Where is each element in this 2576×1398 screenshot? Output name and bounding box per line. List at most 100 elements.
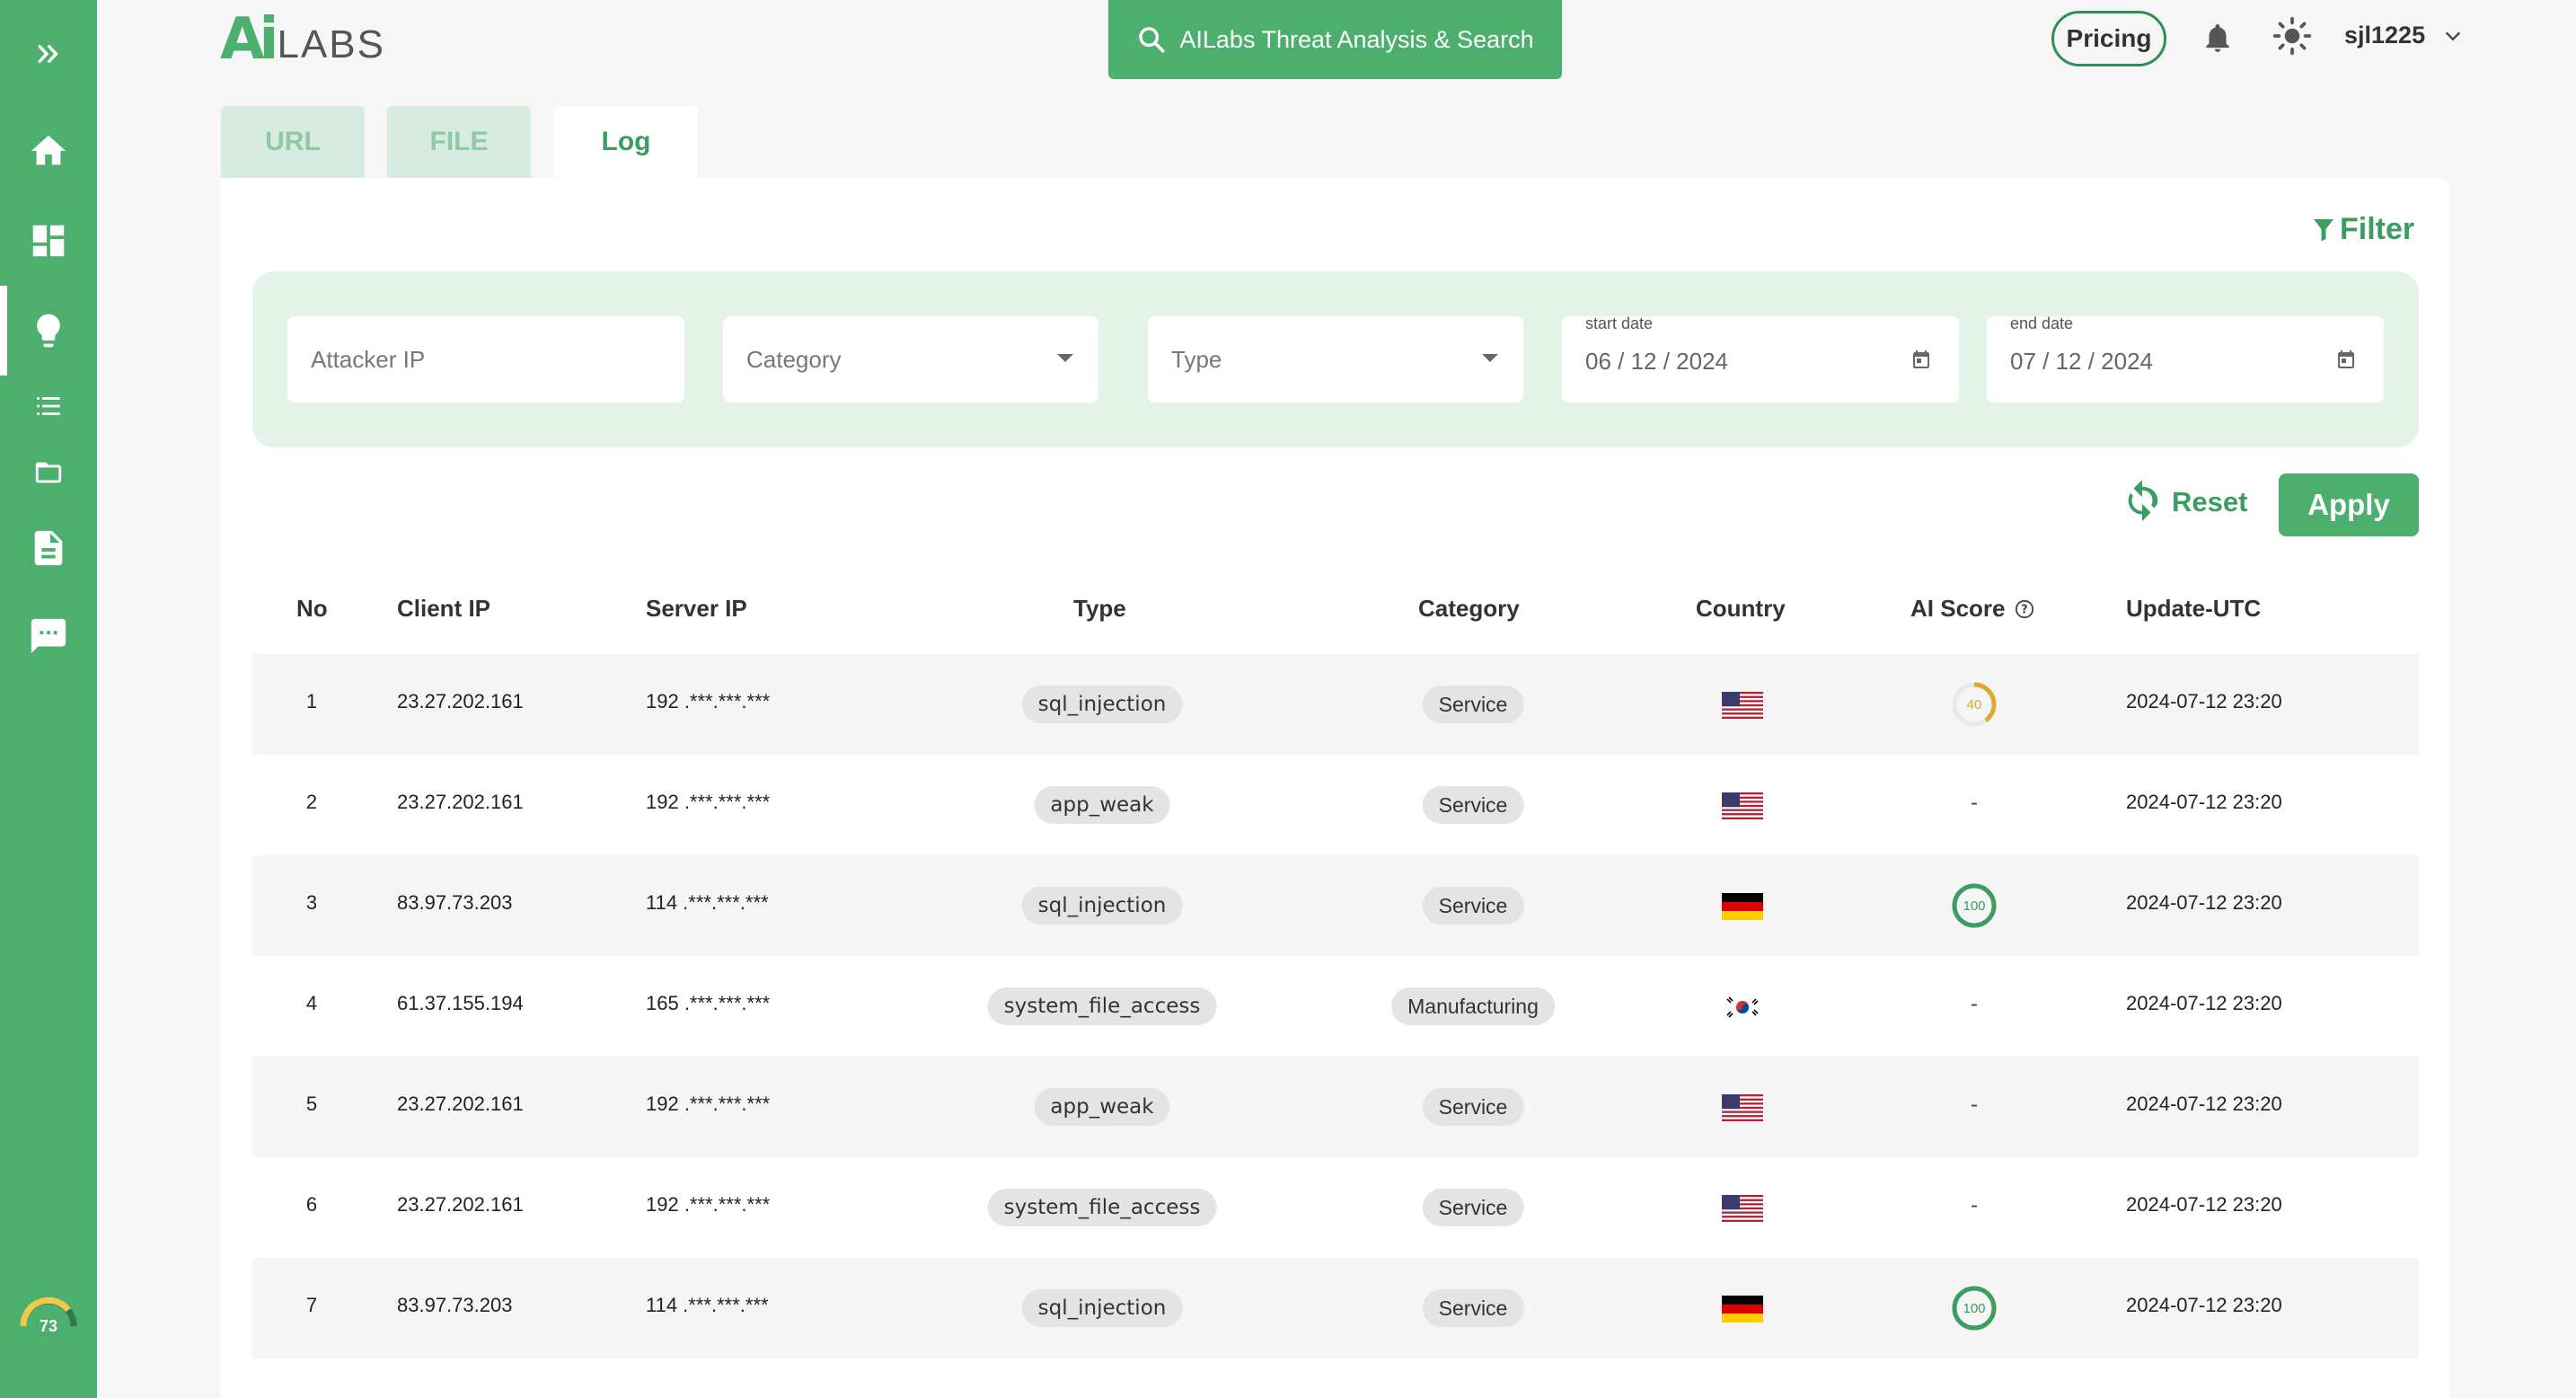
us-flag-icon <box>1722 792 1763 819</box>
category-badge: Service <box>1422 1189 1524 1226</box>
col-ai-score-label: AI Score <box>1910 595 2006 622</box>
cell-server-ip: 114 .***.***.*** <box>646 891 769 914</box>
type-placeholder: Type <box>1171 345 1222 373</box>
filter-icon <box>2314 218 2333 241</box>
filter-toggle-button[interactable]: Filter <box>2313 212 2414 247</box>
kr-flag-icon <box>1722 994 1763 1021</box>
type-select[interactable]: Type <box>1148 316 1523 403</box>
cell-update-utc: 2024-07-12 23:20 <box>2126 690 2282 712</box>
table-header: No Client IP Server IP Type Category Cou… <box>252 575 2419 643</box>
cell-no: 4 <box>305 992 318 1014</box>
score-gauge[interactable]: 73 <box>16 1294 81 1348</box>
attacker-ip-placeholder: Attacker IP <box>311 345 426 373</box>
cell-client-ip: 83.97.73.203 <box>397 1294 513 1316</box>
sidebar-item-chat[interactable] <box>0 600 97 672</box>
table-row[interactable]: 3 83.97.73.203 114 .***.***.*** sql_injecti… <box>252 855 2419 956</box>
folder-icon <box>35 462 62 483</box>
tab-url[interactable]: URL <box>221 106 365 178</box>
sidebar-item-reports[interactable] <box>0 512 97 584</box>
sidebar-item-folder[interactable] <box>0 437 97 509</box>
cell-no: 7 <box>305 1294 318 1316</box>
attacker-ip-input[interactable]: Attacker IP <box>287 316 684 403</box>
cell-client-ip: 23.27.202.161 <box>397 690 524 712</box>
sidebar-item-dashboard[interactable] <box>0 205 97 277</box>
type-dropdown-icon <box>1482 354 1498 362</box>
help-icon[interactable]: ? <box>2015 599 2034 619</box>
sidebar-item-insights[interactable] <box>0 295 97 367</box>
us-flag-icon <box>1722 1195 1763 1222</box>
cell-update-utc: 2024-07-12 23:20 <box>2126 1193 2282 1216</box>
cell-no: 5 <box>305 1093 318 1115</box>
category-badge: Service <box>1422 786 1524 824</box>
type-badge: system_file_access <box>987 987 1217 1025</box>
filter-label: Filter <box>2340 212 2415 246</box>
ai-score-empty: - <box>1971 791 1978 815</box>
ailabs-logo[interactable]: Ai LABS <box>220 6 385 73</box>
ai-score-empty: - <box>1971 1193 1978 1217</box>
end-date-input[interactable]: end date 07 / 12 / 2024 <box>1987 314 2384 403</box>
tab-file[interactable]: FILE <box>387 106 531 178</box>
col-category: Category <box>1418 595 1520 622</box>
col-update-utc: Update-UTC <box>2126 595 2262 622</box>
col-type: Type <box>1073 595 1126 622</box>
cell-client-ip: 61.37.155.194 <box>397 992 524 1014</box>
dashboard-icon <box>32 225 65 257</box>
calendar-icon <box>1913 350 1929 368</box>
cell-no: 3 <box>305 891 318 914</box>
end-date-label: end date <box>2010 314 2074 332</box>
chat-icon <box>31 618 66 654</box>
type-badge: app_weak <box>1034 786 1170 824</box>
table-row[interactable]: 6 23.27.202.161 192 .***.***.*** system_fil… <box>252 1157 2419 1258</box>
us-flag-icon <box>1722 1094 1763 1121</box>
table-row[interactable]: 4 61.37.155.194 165 .***.***.*** system_fil… <box>252 956 2419 1057</box>
theme-toggle-button[interactable] <box>2272 16 2312 60</box>
category-badge: Service <box>1422 1289 1524 1327</box>
table-row[interactable]: 7 83.97.73.203 114 .***.***.*** sql_injecti… <box>252 1258 2419 1358</box>
col-server-ip: Server IP <box>646 595 747 622</box>
search-label: AILabs Threat Analysis & Search <box>1179 25 1534 53</box>
start-date-input[interactable]: start date 06 / 12 / 2024 <box>1562 314 1959 403</box>
table-row[interactable]: 5 23.27.202.161 192 .***.***.*** app_weak Se… <box>252 1057 2419 1157</box>
svg-text:?: ? <box>2021 603 2027 616</box>
bell-icon <box>2206 23 2229 52</box>
reset-button[interactable]: Reset <box>2122 480 2247 525</box>
type-badge: sql_injection <box>1021 887 1183 925</box>
notifications-button[interactable] <box>2201 20 2235 60</box>
expand-icon <box>38 44 58 64</box>
sidebar-item-home[interactable] <box>0 115 97 187</box>
ai-score-ring: 40 <box>1949 679 1999 730</box>
cell-server-ip: 192 .***.***.*** <box>646 1093 771 1115</box>
apply-button[interactable]: Apply <box>2279 473 2419 536</box>
reset-label: Reset <box>2172 486 2248 518</box>
sun-icon <box>2272 16 2312 56</box>
threat-search-button[interactable]: AILabs Threat Analysis & Search <box>1108 0 1562 79</box>
sidebar-item-list[interactable] <box>0 370 97 442</box>
expand-sidebar-button[interactable] <box>0 18 97 90</box>
cell-no: 6 <box>305 1193 318 1216</box>
ai-score-value: 40 <box>1967 697 1982 712</box>
type-badge: sql_injection <box>1021 686 1183 723</box>
user-menu[interactable]: sjl1225 <box>2344 22 2463 49</box>
lightbulb-icon <box>37 314 60 348</box>
cell-update-utc: 2024-07-12 23:20 <box>2126 1093 2282 1115</box>
category-badge: Service <box>1422 686 1524 723</box>
cell-server-ip: 165 .***.***.*** <box>646 992 771 1014</box>
cell-server-ip: 192 .***.***.*** <box>646 1193 771 1216</box>
tab-log[interactable]: Log <box>554 106 698 178</box>
table-row[interactable]: 2 23.27.202.161 192 .***.***.*** app_weak Se… <box>252 755 2419 855</box>
ai-score-value: 100 <box>1963 1301 1985 1316</box>
cell-server-ip: 114 .***.***.*** <box>646 1294 769 1316</box>
pricing-button[interactable]: Pricing <box>2051 11 2166 66</box>
logo-ai-mark: Ai <box>220 6 279 73</box>
category-dropdown-icon <box>1057 354 1073 362</box>
type-badge: sql_injection <box>1021 1289 1183 1327</box>
username: sjl1225 <box>2344 22 2426 49</box>
category-select[interactable]: Category <box>723 316 1098 403</box>
home-icon <box>31 135 66 165</box>
ai-score-ring: 100 <box>1949 880 1999 931</box>
cell-server-ip: 192 .***.***.*** <box>646 791 771 813</box>
search-icon <box>1139 27 1165 53</box>
cell-client-ip: 23.27.202.161 <box>397 1193 524 1216</box>
table-row[interactable]: 1 23.27.202.161 192 .***.***.*** sql_inject… <box>252 654 2419 755</box>
category-placeholder: Category <box>746 345 842 373</box>
